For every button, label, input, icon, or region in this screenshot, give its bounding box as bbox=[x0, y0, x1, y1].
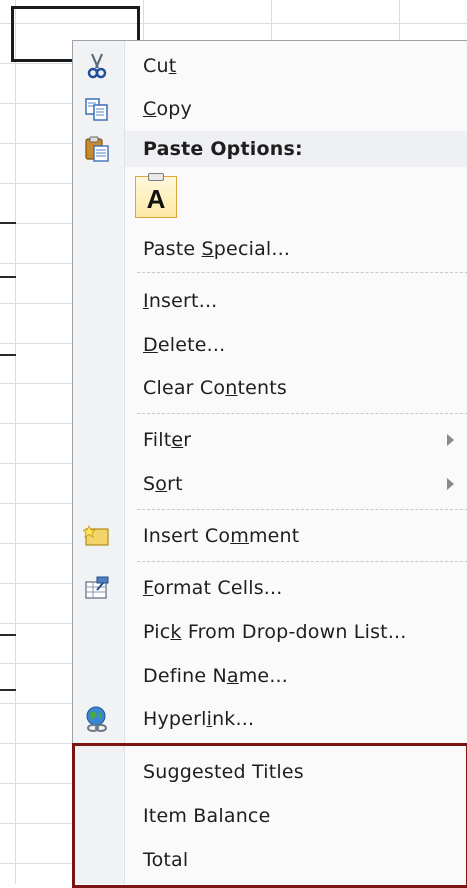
row-edge-mark bbox=[0, 222, 16, 224]
menu-item-label: Hyperlink... bbox=[143, 708, 255, 730]
paste-button-letter: A bbox=[146, 183, 166, 214]
menu-item-label: Delete... bbox=[143, 334, 226, 356]
menu-item-insert[interactable]: Insert... bbox=[73, 281, 467, 321]
submenu-arrow-icon bbox=[447, 478, 454, 490]
menu-item-label: Insert Comment bbox=[143, 525, 300, 547]
menu-item-label: Clear Contents bbox=[143, 377, 288, 399]
menu-item-label: Paste Special... bbox=[143, 238, 291, 260]
hyperlink-globe-icon bbox=[83, 705, 111, 733]
menu-separator bbox=[137, 509, 467, 510]
row-edge-mark bbox=[0, 276, 16, 278]
menu-item-label: Cut bbox=[143, 55, 177, 77]
menu-item-suggested-titles[interactable]: Suggested Titles bbox=[73, 752, 467, 792]
menu-item-format-cells[interactable]: Format Cells... bbox=[73, 568, 467, 608]
menu-item-label: Filter bbox=[143, 429, 192, 451]
scissors-icon bbox=[83, 52, 111, 80]
menu-item-delete[interactable]: Delete... bbox=[73, 325, 467, 365]
row-edge-mark bbox=[0, 354, 16, 356]
paste-keep-text-only-button[interactable]: A bbox=[135, 173, 177, 218]
menu-header-label: Paste Options: bbox=[143, 138, 303, 160]
menu-separator bbox=[137, 272, 467, 273]
paste-keep-text-only-icon bbox=[148, 173, 164, 181]
menu-item-clear-contents[interactable]: Clear Contents bbox=[73, 368, 467, 408]
row-edge-mark bbox=[0, 689, 16, 691]
menu-item-sort[interactable]: Sort bbox=[73, 464, 467, 504]
menu-item-label: Sort bbox=[143, 473, 183, 495]
menu-item-label: Item Balance bbox=[143, 805, 271, 827]
format-cells-icon bbox=[83, 574, 111, 602]
menu-item-cut[interactable]: Cut bbox=[73, 46, 467, 86]
menu-separator bbox=[137, 561, 467, 562]
menu-item-filter[interactable]: Filter bbox=[73, 420, 467, 460]
menu-separator bbox=[137, 413, 467, 414]
menu-item-insert-comment[interactable]: Insert Comment bbox=[73, 516, 467, 556]
paste-options-icon bbox=[83, 135, 111, 163]
menu-item-item-balance[interactable]: Item Balance bbox=[73, 796, 467, 836]
menu-item-label: Copy bbox=[143, 98, 192, 120]
menu-separator bbox=[137, 744, 467, 745]
menu-item-total[interactable]: Total bbox=[73, 840, 467, 880]
menu-item-label: Define Name... bbox=[143, 665, 289, 687]
context-menu: Cut Copy Paste Options: A Paste Special.… bbox=[72, 40, 467, 884]
menu-item-define-name[interactable]: Define Name... bbox=[73, 656, 467, 696]
menu-item-label: Format Cells... bbox=[143, 577, 283, 599]
menu-item-label: Pick From Drop-down List... bbox=[143, 621, 407, 643]
menu-header-paste-options: Paste Options: bbox=[73, 131, 467, 167]
copy-icon bbox=[83, 95, 111, 123]
menu-item-label: Suggested Titles bbox=[143, 761, 304, 783]
insert-comment-icon bbox=[83, 522, 111, 550]
row-edge-mark bbox=[0, 634, 16, 636]
menu-item-paste-special[interactable]: Paste Special... bbox=[73, 229, 467, 269]
menu-item-hyperlink[interactable]: Hyperlink... bbox=[73, 699, 467, 739]
menu-item-pick-from-dropdown-list[interactable]: Pick From Drop-down List... bbox=[73, 612, 467, 652]
menu-item-copy[interactable]: Copy bbox=[73, 89, 467, 129]
submenu-arrow-icon bbox=[447, 434, 454, 446]
menu-item-label: Total bbox=[143, 849, 189, 871]
menu-item-label: Insert... bbox=[143, 290, 218, 312]
